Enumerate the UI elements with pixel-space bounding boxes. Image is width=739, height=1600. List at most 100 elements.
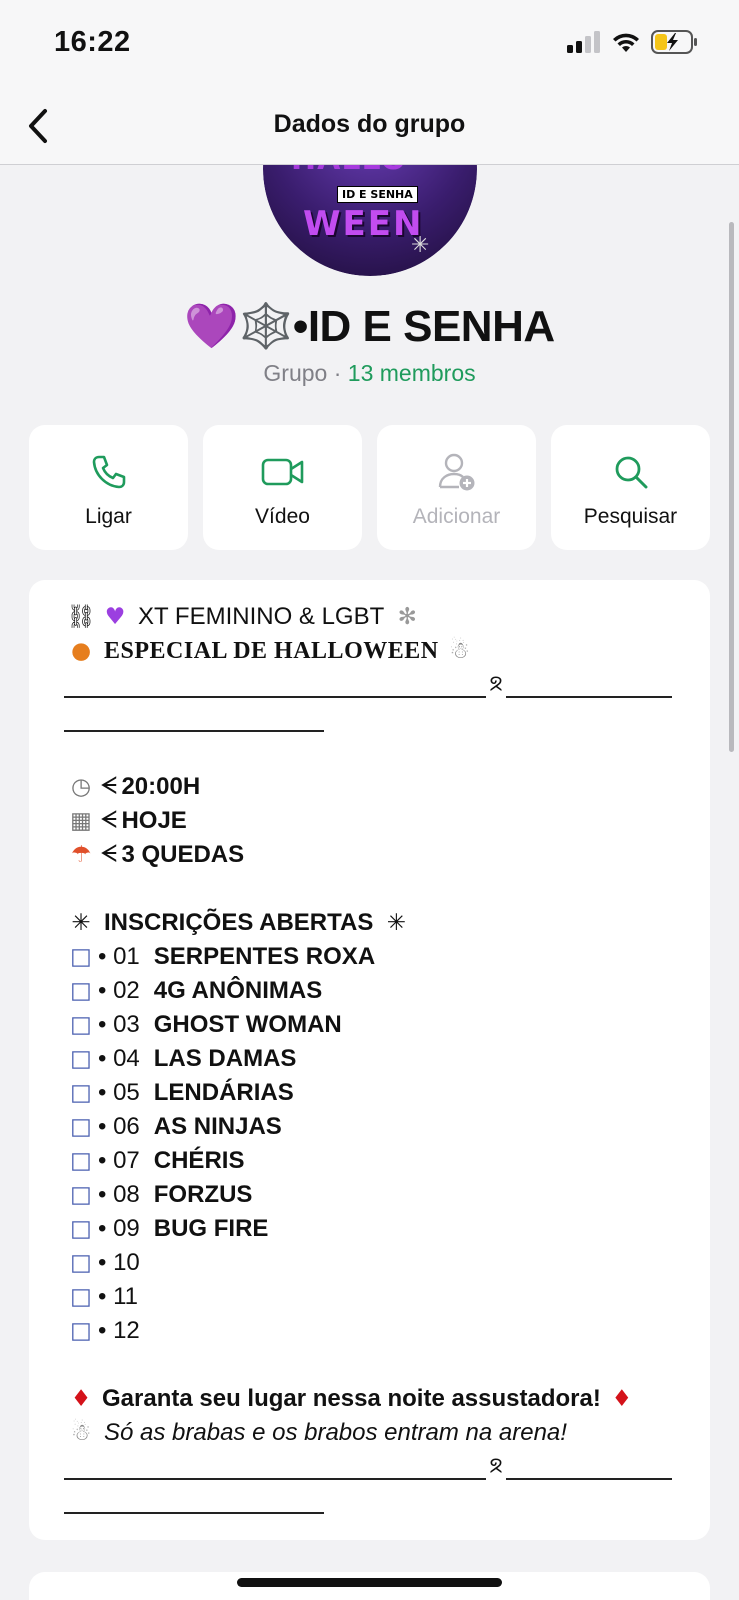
video-label: Vídeo	[255, 505, 310, 528]
slot-number: • 08	[98, 1181, 140, 1208]
separator-line: ᘝ	[64, 1450, 674, 1484]
description-subtitle-line: ● ESPECIAL DE HALLOWEEN ☃	[64, 634, 674, 668]
slot-team: GHOST WOMAN	[153, 1011, 342, 1038]
ribbon-icon: ᘝ	[489, 1456, 503, 1478]
slot-list: □ • 01 SERPENTES ROXA □ • 02 4G ANÔNIMAS □ • 03…	[64, 940, 674, 1348]
slot-number: • 05	[98, 1079, 140, 1106]
separator-line	[64, 702, 674, 736]
cta-line: ♦ Garanta seu lugar nessa noite assustad…	[64, 1382, 674, 1416]
home-indicator	[237, 1578, 502, 1587]
slot-row: □ • 07 CHÉRIS	[64, 1144, 674, 1178]
signal-icon	[567, 31, 600, 53]
slot-team: BUG FIRE	[153, 1215, 269, 1242]
slot-team: LENDÁRIAS	[153, 1079, 294, 1106]
call-label: Ligar	[85, 505, 132, 528]
add-user-icon	[438, 453, 474, 491]
slot-row: □ • 11	[64, 1280, 674, 1314]
ghost-icon: ☃	[449, 638, 470, 664]
seat-icon: □	[70, 1318, 92, 1344]
seat-icon: □	[70, 944, 92, 970]
status-time: 16:22	[54, 26, 131, 58]
slot-team: CHÉRIS	[153, 1147, 245, 1174]
status-bar: 16:22	[0, 0, 739, 88]
purple-heart-icon: ♥	[104, 604, 126, 630]
call-button[interactable]: Ligar	[29, 425, 188, 550]
seat-icon: □	[70, 1216, 92, 1242]
slot-row: □ • 01 SERPENTES ROXA	[64, 940, 674, 974]
tagline-text: Só as brabas e os brabos entram na arena…	[104, 1419, 567, 1446]
add-member-button[interactable]: Adicionar	[377, 425, 536, 550]
ribbon-icon: ᘝ	[489, 674, 503, 696]
slot-number: • 12	[98, 1317, 140, 1344]
page-title: Dados do grupo	[273, 110, 466, 138]
slot-number: • 02	[98, 977, 140, 1004]
slot-number: • 06	[98, 1113, 140, 1140]
time-line: ◷ ᗕ 20:00H	[64, 770, 674, 804]
seat-icon: □	[70, 1046, 92, 1072]
group-members-link[interactable]: 13 membros	[348, 360, 476, 386]
slot-row: □ • 02 4G ANÔNIMAS	[64, 974, 674, 1008]
separator-line: ᘝ	[64, 668, 674, 702]
clock-icon: ◷	[70, 774, 92, 800]
search-icon	[615, 456, 647, 489]
pumpkin-icon: ●	[70, 638, 92, 664]
blood-drop-icon: ♦	[611, 1386, 633, 1412]
seat-icon: □	[70, 1148, 92, 1174]
slot-number: • 01	[98, 943, 140, 970]
tagline-line: ☃ Só as brabas e os brabos entram na are…	[64, 1416, 674, 1450]
day-line: ▦ ᗕ HOJE	[64, 804, 674, 838]
status-icons	[567, 30, 699, 54]
slot-team: SERPENTES ROXA	[153, 943, 376, 970]
slot-row: □ • 09 BUG FIRE	[64, 1212, 674, 1246]
slot-number: • 03	[98, 1011, 140, 1038]
slot-row: □ • 10	[64, 1246, 674, 1280]
seat-icon: □	[70, 1114, 92, 1140]
slot-number: • 09	[98, 1215, 140, 1242]
add-member-label: Adicionar	[412, 505, 501, 528]
action-buttons: Ligar Vídeo Adicionar Pesquisar	[29, 425, 710, 550]
spider-icon: ✳	[386, 910, 406, 936]
slot-team: 4G ANÔNIMAS	[153, 977, 323, 1004]
drops-line: ☂ ᗕ 3 QUEDAS	[64, 838, 674, 872]
search-label: Pesquisar	[583, 505, 678, 528]
group-description[interactable]: ⛓ ♥ XT FEMININO & LGBT ✻ ● ESPECIAL DE H…	[29, 580, 710, 1540]
slot-team: LAS DAMAS	[153, 1045, 297, 1072]
phone-icon	[92, 455, 125, 489]
seat-icon: □	[70, 1080, 92, 1106]
slot-row: □ • 05 LENDÁRIAS	[64, 1076, 674, 1110]
event-day: HOJE	[121, 807, 187, 834]
seat-icon: □	[70, 1182, 92, 1208]
parachute-icon: ☂	[70, 842, 92, 868]
blood-drop-icon: ♦	[70, 1386, 92, 1412]
video-button[interactable]: Vídeo	[203, 425, 362, 550]
description-title: XT FEMININO & LGBT	[138, 603, 385, 630]
slot-team: AS NINJAS	[153, 1113, 282, 1140]
seat-icon: □	[70, 1012, 92, 1038]
slot-row: □ • 08 FORZUS	[64, 1178, 674, 1212]
description-title-line: ⛓ ♥ XT FEMININO & LGBT ✻	[64, 600, 674, 634]
wifi-icon	[613, 33, 639, 52]
seat-icon: □	[70, 1250, 92, 1276]
inscricoes-line: ✳ INSCRIÇÕES ABERTAS ✳	[64, 906, 674, 940]
seat-icon: □	[70, 978, 92, 1004]
slot-number: • 04	[98, 1045, 140, 1072]
separator-dot: ·	[333, 360, 342, 386]
avatar-text: WEEN	[303, 204, 424, 244]
chains-icon: ⛓	[66, 604, 96, 630]
group-name: 💜🕸️•ID E SENHA	[184, 302, 555, 351]
group-type: Grupo	[263, 360, 328, 386]
spiderweb-icon: ✻	[397, 604, 417, 630]
inscricoes-label: INSCRIÇÕES ABERTAS	[104, 909, 374, 936]
slot-row: □ • 04 LAS DAMAS	[64, 1042, 674, 1076]
avatar-badge: ID E SENHA	[337, 186, 418, 203]
ghost-icon: ☃	[70, 1420, 92, 1446]
slot-row: □ • 03 GHOST WOMAN	[64, 1008, 674, 1042]
slot-row: □ • 06 AS NINJAS	[64, 1110, 674, 1144]
slot-number: • 10	[98, 1249, 140, 1276]
search-button[interactable]: Pesquisar	[551, 425, 710, 550]
slot-row: □ • 12	[64, 1314, 674, 1348]
calendar-icon: ▦	[70, 808, 92, 834]
slot-number: • 11	[98, 1283, 138, 1310]
separator-line	[64, 1484, 674, 1518]
spider-icon: ✳	[71, 910, 91, 936]
